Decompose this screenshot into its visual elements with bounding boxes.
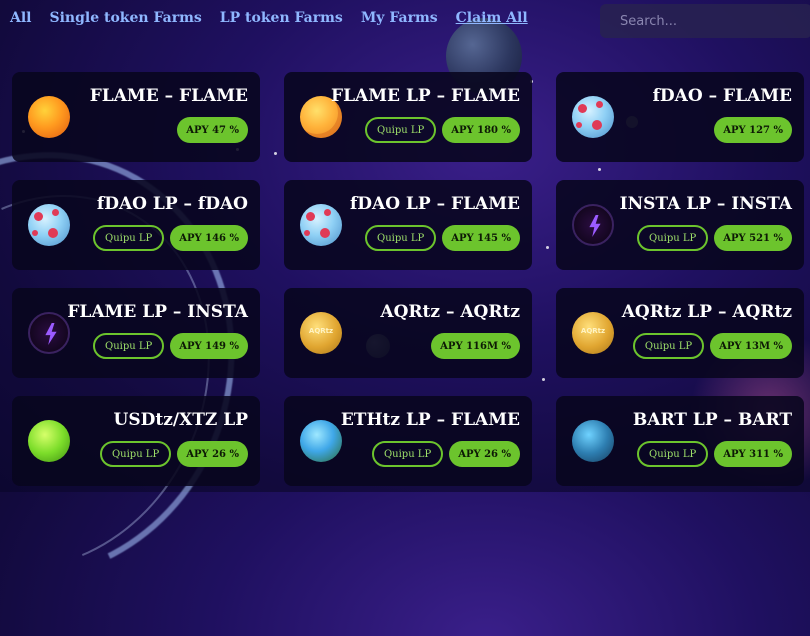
farm-card[interactable]: USDtz/XTZ LP Quipu LP APY 26 % [12, 396, 260, 486]
apy-badge: APY 26 % [449, 441, 520, 467]
background-star [598, 168, 601, 171]
background-star [546, 246, 549, 249]
farm-card[interactable]: ETHtz LP – FLAME Quipu LP APY 26 % [284, 396, 532, 486]
farm-card[interactable]: fDAO – FLAME APY 127 % [556, 72, 804, 162]
quipu-lp-badge: Quipu LP [365, 225, 437, 251]
nav-single-token-farms[interactable]: Single token Farms [50, 10, 202, 26]
quipu-lp-badge: Quipu LP [365, 117, 437, 143]
farm-card[interactable]: AQRtz AQRtz – AQRtz APY 116M % [284, 288, 532, 378]
farm-title: ETHtz LP – FLAME [340, 410, 520, 430]
farm-card[interactable]: fDAO LP – fDAO Quipu LP APY 146 % [12, 180, 260, 270]
apy-badge: APY 13M % [710, 333, 792, 359]
insta-token-icon [28, 312, 70, 354]
farm-title: AQRtz LP – AQRtz [621, 302, 792, 322]
farm-badges: Quipu LP APY 26 % [371, 441, 520, 467]
fdao-token-icon [572, 96, 614, 138]
quipu-lp-badge: Quipu LP [632, 333, 705, 359]
nav-my-farms[interactable]: My Farms [361, 10, 438, 26]
quipu-lp-badge: Quipu LP [99, 441, 172, 467]
farm-card[interactable]: FLAME LP – FLAME Quipu LP APY 180 % [284, 72, 532, 162]
farm-title: INSTA LP – INSTA [619, 194, 792, 214]
quipu-lp-badge: Quipu LP [93, 333, 165, 359]
farm-card[interactable]: FLAME LP – INSTA Quipu LP APY 149 % [12, 288, 260, 378]
apy-badge: APY 26 % [177, 441, 248, 467]
insta-token-icon [572, 204, 614, 246]
lightning-icon [589, 215, 601, 237]
apy-badge: APY 146 % [170, 225, 248, 251]
coin-label: AQRtz [580, 327, 606, 335]
background-star [542, 378, 545, 381]
farm-title: AQRtz – AQRtz [380, 302, 520, 322]
nav-all[interactable]: All [10, 10, 32, 26]
farm-card[interactable]: AQRtz AQRtz LP – AQRtz Quipu LP APY 13M % [556, 288, 804, 378]
fdao-token-icon [28, 204, 70, 246]
bart-token-icon [572, 420, 614, 462]
apy-badge: APY 521 % [714, 225, 792, 251]
farm-badges: Quipu LP APY 311 % [637, 441, 792, 467]
farm-badges: APY 116M % [431, 333, 520, 359]
farm-title: fDAO – FLAME [652, 86, 792, 106]
farm-badges: Quipu LP APY 149 % [93, 333, 248, 359]
farm-title: fDAO LP – FLAME [349, 194, 520, 214]
farm-badges: Quipu LP APY 13M % [632, 333, 792, 359]
search-box [600, 4, 810, 38]
farm-card[interactable]: INSTA LP – INSTA Quipu LP APY 521 % [556, 180, 804, 270]
claim-all-link[interactable]: Claim All [456, 10, 528, 26]
apy-badge: APY 149 % [170, 333, 248, 359]
farm-card[interactable]: BART LP – BART Quipu LP APY 311 % [556, 396, 804, 486]
farm-title: USDtz/XTZ LP [113, 410, 248, 430]
lightning-icon [45, 323, 57, 345]
quipu-lp-badge: Quipu LP [371, 441, 444, 467]
farm-badges: Quipu LP APY 26 % [99, 441, 248, 467]
farm-title: FLAME LP – INSTA [67, 302, 248, 322]
aqrtz-token-icon: AQRtz [300, 312, 342, 354]
farm-badges: APY 127 % [714, 117, 792, 143]
ethtz-token-icon [300, 420, 342, 462]
farm-filter-nav: All Single token Farms LP token Farms My… [10, 10, 546, 26]
farm-badges: APY 47 % [177, 117, 248, 143]
background-star [274, 152, 277, 155]
search-input[interactable] [618, 12, 792, 30]
farm-badges: Quipu LP APY 180 % [365, 117, 520, 143]
farm-badges: Quipu LP APY 146 % [93, 225, 248, 251]
farm-title: BART LP – BART [632, 410, 792, 430]
farm-badges: Quipu LP APY 521 % [637, 225, 792, 251]
apy-badge: APY 116M % [431, 333, 520, 359]
farm-card[interactable]: FLAME – FLAME APY 47 % [12, 72, 260, 162]
fdao-token-icon [300, 204, 342, 246]
aqrtz-token-icon: AQRtz [572, 312, 614, 354]
farm-badges: Quipu LP APY 145 % [365, 225, 520, 251]
farm-title: FLAME – FLAME [89, 86, 248, 106]
apy-badge: APY 127 % [714, 117, 792, 143]
usdtz-token-icon [28, 420, 70, 462]
farm-card[interactable]: fDAO LP – FLAME Quipu LP APY 145 % [284, 180, 532, 270]
apy-badge: APY 311 % [714, 441, 792, 467]
nav-lp-token-farms[interactable]: LP token Farms [220, 10, 343, 26]
flame-token-icon [28, 96, 70, 138]
apy-badge: APY 180 % [442, 117, 520, 143]
apy-badge: APY 145 % [442, 225, 520, 251]
apy-badge: APY 47 % [177, 117, 248, 143]
coin-label: AQRtz [308, 327, 334, 335]
farm-title: fDAO LP – fDAO [96, 194, 248, 214]
quipu-lp-badge: Quipu LP [637, 441, 709, 467]
farm-title: FLAME LP – FLAME [331, 86, 520, 106]
quipu-lp-badge: Quipu LP [637, 225, 709, 251]
quipu-lp-badge: Quipu LP [93, 225, 165, 251]
